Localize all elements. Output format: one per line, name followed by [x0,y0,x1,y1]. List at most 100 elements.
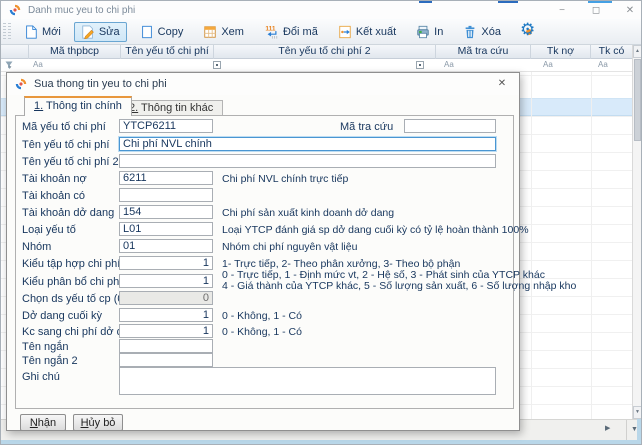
column-header-tk-co[interactable]: Tk có [591,45,632,59]
tab-main-info[interactable]: 1. Thông tin chính [24,96,132,116]
field-label-nhom: Nhóm [22,241,51,253]
window-frame-bottom [1,440,642,445]
field-label-tai-khoan-no: Tài khoản nợ [22,173,87,185]
kc-sang-input[interactable] [119,324,213,338]
field-label-ma-tra-cuu: Mã tra cứu [340,121,393,133]
ma-tra-cuu-input[interactable] [404,119,496,133]
kieu-phan-bo-input[interactable] [119,274,213,288]
tai-khoan-no-input[interactable] [119,171,213,185]
top-edge-artifact [419,1,432,3]
view-table-icon [203,25,217,39]
edit-cost-element-dialog: Sua thong tin yeu to chi phi ✕ 1. Thông … [6,72,520,431]
chon-ds-input [119,291,213,305]
close-button[interactable]: ✕ [623,5,637,16]
minimize-button[interactable]: − [555,5,569,16]
app-logo-icon [15,78,27,90]
ghi-chu-textarea[interactable] [119,367,496,395]
do-dang-cuoi-ky-hint: 0 - Không, 1 - Có [222,310,302,322]
tai-khoan-co-input[interactable] [119,188,213,202]
kieu-tap-hop-input[interactable] [119,256,213,270]
dialog-close-button[interactable]: ✕ [495,77,509,91]
text-filter-icon[interactable]: Aa [543,60,553,69]
grid-header: Mã thpbcp Tên yếu tố chi phí Tên yếu tố … [1,45,632,59]
change-code-icon: 111 [264,25,279,39]
scroll-right-icon[interactable]: ▶ [605,424,610,432]
ma-yeu-to-input[interactable] [119,119,213,133]
accept-button[interactable]: Nhận [20,414,66,431]
svg-text:111: 111 [265,25,276,32]
text-filter-icon[interactable]: Aa [444,60,454,69]
scroll-down-button[interactable]: ▼ [633,406,642,419]
tai-khoan-do-dang-input[interactable] [119,205,213,219]
field-label-loai-yeu-to: Loại yếu tố [22,224,76,236]
cancel-button[interactable]: Hủy bỏ [73,414,123,431]
toolbar: Mới Sửa Copy Xem 111 Đổi mã Kết xuất In [1,19,642,45]
scrollbar-thumb[interactable] [634,59,641,141]
edit-button[interactable]: Sửa [74,22,127,42]
new-page-icon [24,25,38,39]
scroll-up-button[interactable]: ▲ [633,45,642,58]
ten-ngan-input[interactable] [119,339,213,353]
maximize-button[interactable]: ◻ [589,5,603,16]
column-header-ten-yeu-to[interactable]: Tên yếu tố chi phí [121,45,214,59]
field-label-ten-yeu-to: Tên yếu tố chi phí [22,139,109,151]
nhom-hint: Nhóm chi phí nguyên vật liệu [222,241,357,253]
export-button[interactable]: Kết xuất [331,22,403,42]
vertical-scrollbar[interactable]: ▲ ▼ [632,45,642,419]
toolbar-grip[interactable] [3,23,6,41]
print-button[interactable]: In [409,22,450,42]
field-label-ten-yeu-to-2: Tên yếu tố chi phí 2 [22,156,119,168]
change-code-button[interactable]: 111 Đổi mã [257,22,325,42]
gear-icon: ⚙ [520,20,535,40]
filter-funnel-icon[interactable] [5,61,15,71]
view-button[interactable]: Xem [196,22,251,42]
field-label-ten-ngan-2: Tên ngắn 2 [22,355,78,367]
column-header-ma-thpbcp[interactable]: Mã thpbcp [29,45,121,59]
app-logo-icon [9,4,21,16]
tai-khoan-no-hint: Chi phí NVL chính trực tiếp [222,173,348,185]
dialog-titlebar: Sua thong tin yeu to chi phi ✕ [7,73,519,95]
kieu-phan-bo-hint-line2: 4 - Giá thành của YTCP khác, 5 - Số lượn… [222,280,576,292]
top-edge-artifact [498,1,518,3]
text-filter-icon[interactable]: Aa [598,60,608,69]
main-titlebar: Danh muc yeu to chi phi − ◻ ✕ [1,1,642,19]
field-label-kieu-tap-hop: Kiểu tập hợp chi phí [22,258,120,270]
column-header-ma-tra-cuu[interactable]: Mã tra cứu [436,45,531,59]
printer-icon [416,25,430,39]
field-label-ten-ngan: Tên ngắn [22,341,68,353]
window-title: Danh muc yeu to chi phi [28,5,135,16]
copy-button[interactable]: Copy [133,22,191,42]
ten-yeu-to-2-input[interactable] [119,154,496,168]
ten-ngan-2-input[interactable] [119,353,213,367]
kc-sang-hint: 0 - Không, 1 - Có [222,326,302,338]
field-label-tai-khoan-do-dang: Tài khoản dở dang [22,207,114,219]
loai-yeu-to-input[interactable] [119,222,213,236]
text-filter-icon[interactable]: Aa [33,60,43,69]
ten-yeu-to-input[interactable] [119,137,496,151]
edit-pencil-icon [81,25,95,39]
field-label-ghi-chu: Ghi chú [22,371,60,383]
checkbox-filter-icon[interactable] [213,61,221,69]
dialog-title: Sua thong tin yeu to chi phi [34,78,167,90]
field-label-do-dang-cuoi-ky: Dở dang cuối kỳ [22,310,102,322]
new-button[interactable]: Mới [17,22,68,42]
checkbox-filter-icon[interactable] [416,61,424,69]
settings-button[interactable]: ⚙ [520,23,538,41]
grid-filter-row: Aa Aa Aa Aa [1,59,632,72]
field-label-ma-yeu-to: Mã yếu tố chi phí [22,121,106,133]
nhom-input[interactable] [119,239,213,253]
column-header-ten-yeu-to-2[interactable]: Tên yếu tố chi phí 2 [214,45,436,59]
window-frame-right [637,419,642,440]
field-label-kieu-phan-bo: Kiểu phân bổ chi phí [22,276,122,288]
do-dang-cuoi-ky-input[interactable] [119,308,213,322]
export-icon [338,25,352,39]
main-window: Danh muc yeu to chi phi − ◻ ✕ Mới Sửa Co… [0,0,642,445]
grid-corner-cell [1,45,29,59]
tai-khoan-do-dang-hint: Chi phí sản xuất kinh doanh dở dang [222,207,394,219]
trash-icon [463,25,477,39]
column-header-tk-no[interactable]: Tk nợ [531,45,591,59]
field-label-tai-khoan-co: Tài khoản có [22,190,85,202]
delete-button[interactable]: Xóa [456,22,508,42]
toolbar-grip[interactable] [8,23,11,41]
tab-other-info[interactable]: 2. Thông tin khác [119,100,223,116]
